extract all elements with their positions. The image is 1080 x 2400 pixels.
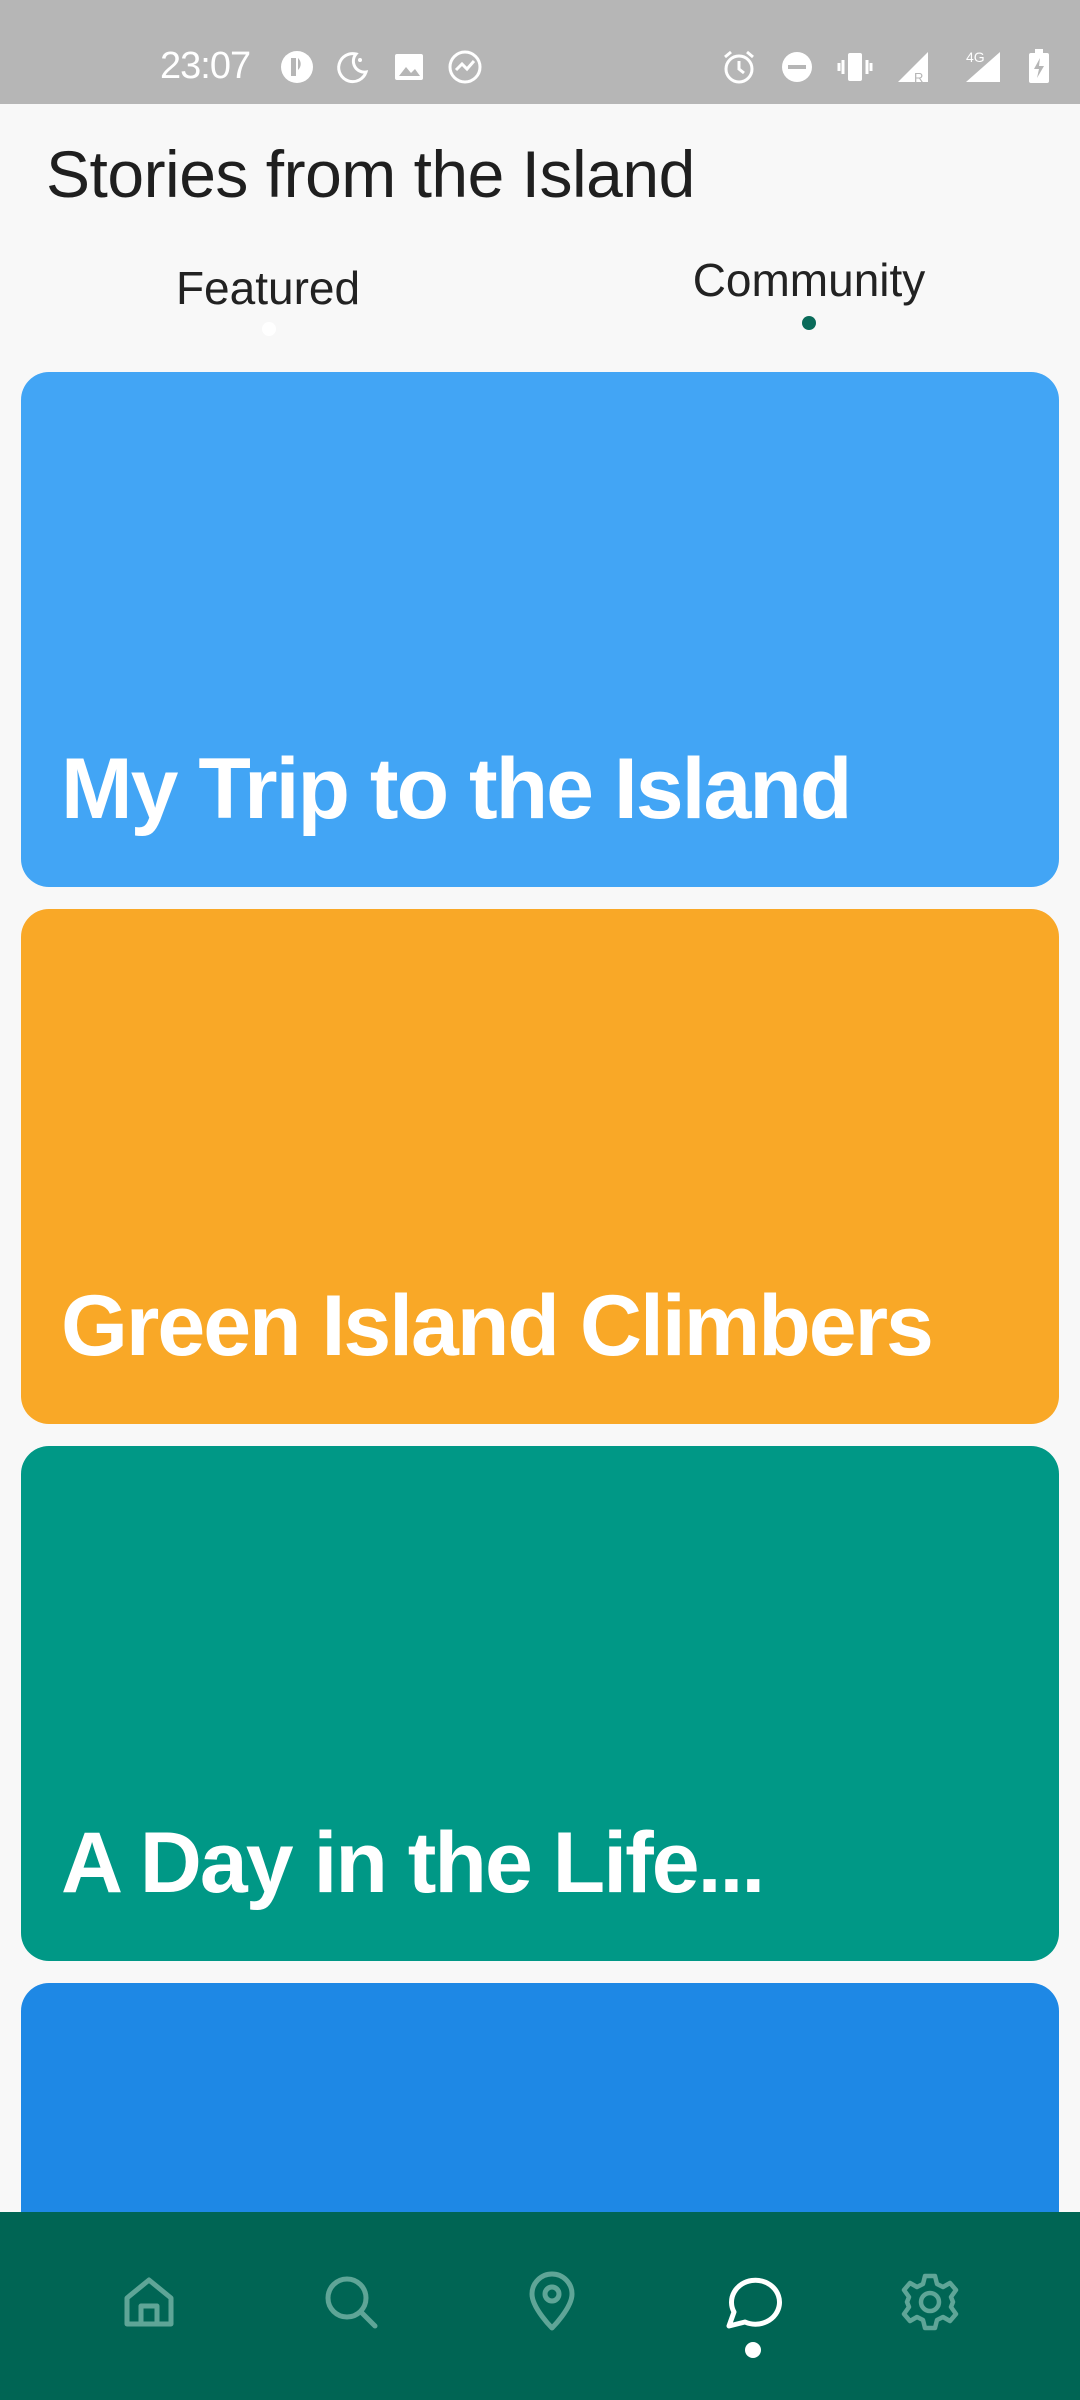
signal-roaming-icon: R — [894, 48, 932, 86]
search-icon — [325, 2276, 378, 2329]
chat-bubble-icon — [726, 2277, 782, 2329]
tab-community[interactable]: Community — [629, 250, 989, 310]
tab-indicator-community — [802, 316, 816, 330]
nav-home-button[interactable] — [109, 2262, 189, 2342]
story-card[interactable]: A Day in the Life... — [21, 1446, 1059, 1961]
tab-indicator-featured — [262, 322, 276, 336]
story-card[interactable]: Green Island Climbers — [21, 909, 1059, 1424]
story-card-title: Green Island Climbers — [61, 1278, 934, 1374]
tab-featured[interactable]: Featured — [88, 258, 448, 318]
story-card-title: A Day in the Life... — [61, 1815, 765, 1911]
svg-text:4G: 4G — [966, 49, 985, 65]
vibrate-icon — [836, 48, 874, 86]
bottom-nav — [0, 2212, 1080, 2400]
story-tabs: Featured Community — [0, 250, 1080, 340]
sync-icon — [446, 48, 484, 86]
status-left-icons — [278, 48, 484, 86]
app-notification-icon — [278, 48, 316, 86]
page-title: Stories from the Island — [46, 137, 695, 211]
location-pin-icon — [529, 2271, 575, 2331]
story-card-title: My Trip to the Island — [61, 741, 852, 837]
home-icon — [124, 2277, 174, 2327]
status-time: 23:07 — [160, 45, 251, 87]
gear-icon — [901, 2273, 959, 2331]
battery-charging-icon — [1026, 48, 1052, 86]
nav-active-indicator — [745, 2342, 761, 2358]
nav-search-button[interactable] — [311, 2262, 391, 2342]
nav-places-button[interactable] — [512, 2262, 592, 2342]
image-icon — [390, 48, 428, 86]
story-card[interactable]: My Trip to the Island — [21, 372, 1059, 887]
nav-settings-button[interactable] — [890, 2262, 970, 2342]
svg-text:R: R — [914, 70, 923, 85]
moon-icon — [334, 48, 372, 86]
nav-stories-button[interactable] — [713, 2262, 793, 2342]
status-right-icons: R 4G — [720, 48, 1052, 86]
status-bar: 23:07 R 4G — [0, 0, 1080, 104]
alarm-icon — [720, 48, 758, 86]
do-not-disturb-icon — [778, 48, 816, 86]
signal-4g-icon: 4G — [952, 48, 1006, 86]
